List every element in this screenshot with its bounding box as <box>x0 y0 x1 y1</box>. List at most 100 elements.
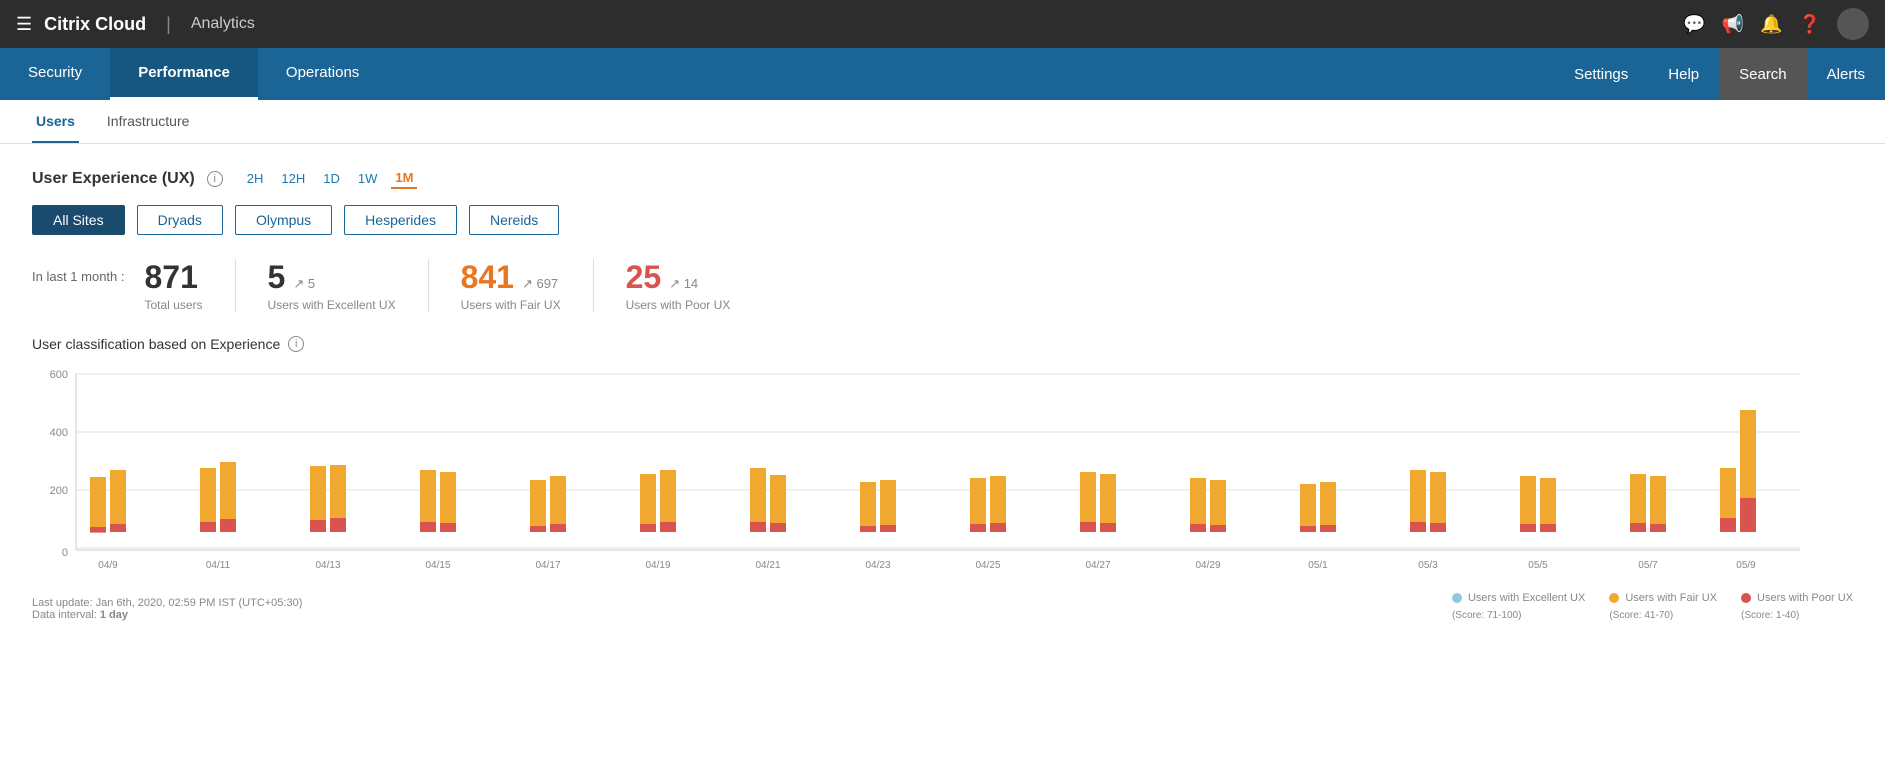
svg-text:400: 400 <box>50 427 68 439</box>
svg-text:04/13: 04/13 <box>315 560 340 571</box>
chart-info-icon[interactable]: i <box>288 336 304 352</box>
bar-group-13 <box>1520 476 1556 532</box>
bar-group-8 <box>970 476 1006 532</box>
excellent-delta: ↗ 5 <box>293 276 315 292</box>
nav-settings[interactable]: Settings <box>1554 48 1648 100</box>
poor-delta: ↗ 14 <box>669 276 698 292</box>
total-users-number: 871 <box>145 259 198 296</box>
nav-alerts[interactable]: Alerts <box>1807 48 1885 100</box>
bar-group-2 <box>310 465 346 532</box>
site-btn-nereids[interactable]: Nereids <box>469 205 559 235</box>
excellent-users-number: 5 <box>268 259 286 296</box>
site-btn-hesperides[interactable]: Hesperides <box>344 205 457 235</box>
site-btn-all-sites[interactable]: All Sites <box>32 205 125 235</box>
chat-icon[interactable]: 💬 <box>1683 14 1705 35</box>
bar-group-15 <box>1720 410 1756 532</box>
in-last-label: In last 1 month : <box>32 259 125 284</box>
ux-title: User Experience (UX) <box>32 170 195 188</box>
svg-text:200: 200 <box>50 485 68 497</box>
bar-group-12 <box>1410 470 1446 532</box>
ux-header: User Experience (UX) i 2H 12H 1D 1W 1M <box>32 168 1853 189</box>
svg-text:600: 600 <box>50 369 68 381</box>
bar-group-5 <box>640 470 676 532</box>
chart-wrapper: 600 400 200 0 <box>40 360 1853 580</box>
svg-text:04/23: 04/23 <box>865 560 890 571</box>
nav-operations[interactable]: Operations <box>258 48 387 100</box>
svg-text:04/27: 04/27 <box>1085 560 1110 571</box>
site-buttons: All Sites Dryads Olympus Hesperides Nere… <box>32 205 1853 235</box>
svg-text:04/29: 04/29 <box>1195 560 1220 571</box>
legend-excellent: Users with Excellent UX (Score: 71-100) <box>1452 592 1585 621</box>
chart-metadata: Last update: Jan 6th, 2020, 02:59 PM IST… <box>32 597 302 621</box>
time-filter-1d[interactable]: 1D <box>319 169 344 188</box>
svg-text:0: 0 <box>62 547 68 559</box>
fair-users-label: Users with Fair UX <box>461 298 561 312</box>
svg-text:04/19: 04/19 <box>645 560 670 571</box>
bar-group-7 <box>860 480 896 532</box>
poor-users-label: Users with Poor UX <box>626 298 731 312</box>
svg-text:04/11: 04/11 <box>206 560 231 571</box>
data-interval: Data interval: 1 day <box>32 609 302 621</box>
nav-security[interactable]: Security <box>0 48 110 100</box>
navbar: Security Performance Operations Settings… <box>0 48 1885 100</box>
svg-text:04/21: 04/21 <box>755 560 780 571</box>
site-btn-olympus[interactable]: Olympus <box>235 205 332 235</box>
excellent-users-label: Users with Excellent UX <box>268 298 396 312</box>
bar-group-9 <box>1080 472 1116 532</box>
nav-right: Settings Help Search Alerts <box>1554 48 1885 100</box>
chart-legend: Users with Excellent UX (Score: 71-100) … <box>1452 592 1853 621</box>
time-filter-1m[interactable]: 1M <box>391 168 417 189</box>
time-filter-12h[interactable]: 12H <box>277 169 309 188</box>
svg-text:05/5: 05/5 <box>1528 560 1548 571</box>
svg-text:04/17: 04/17 <box>535 560 560 571</box>
topbar-divider: | <box>166 14 171 35</box>
stat-excellent-users: 5 ↗ 5 Users with Excellent UX <box>268 259 429 312</box>
bar-group-14 <box>1630 474 1666 532</box>
total-users-label: Total users <box>145 298 203 312</box>
ux-info-icon[interactable]: i <box>207 171 223 187</box>
topbar-right: 💬 📢 🔔 ❓ <box>1683 8 1869 40</box>
topbar-left: ☰ Citrix Cloud | Analytics <box>16 14 255 35</box>
help-icon[interactable]: ❓ <box>1799 14 1821 35</box>
bar-group-1 <box>200 462 236 532</box>
topbar-logo: Citrix Cloud <box>44 14 146 35</box>
subnav-infrastructure[interactable]: Infrastructure <box>103 100 193 143</box>
legend-dot-excellent <box>1452 593 1462 603</box>
chart-footer: Last update: Jan 6th, 2020, 02:59 PM IST… <box>32 592 1853 621</box>
legend-poor: Users with Poor UX (Score: 1-40) <box>1741 592 1853 621</box>
svg-text:05/9: 05/9 <box>1736 560 1756 571</box>
stat-fair-users: 841 ↗ 697 Users with Fair UX <box>461 259 594 312</box>
bar-group-10 <box>1190 478 1226 532</box>
legend-dot-poor <box>1741 593 1751 603</box>
subnav: Users Infrastructure <box>0 100 1885 144</box>
bar-chart: 600 400 200 0 <box>40 360 1820 580</box>
time-filter-2h[interactable]: 2H <box>243 169 268 188</box>
legend-dot-fair <box>1609 593 1619 603</box>
time-filter-1w[interactable]: 1W <box>354 169 382 188</box>
nav-search[interactable]: Search <box>1719 48 1807 100</box>
announcement-icon[interactable]: 📢 <box>1722 14 1744 35</box>
svg-text:04/25: 04/25 <box>975 560 1000 571</box>
stat-poor-users: 25 ↗ 14 Users with Poor UX <box>626 259 763 312</box>
time-filters: 2H 12H 1D 1W 1M <box>243 168 418 189</box>
bar-group-3 <box>420 470 456 532</box>
bar-group-6 <box>750 468 786 532</box>
site-btn-dryads[interactable]: Dryads <box>137 205 223 235</box>
logo-text: Citrix Cloud <box>44 14 146 35</box>
stats-row: In last 1 month : 871 Total users 5 ↗ 5 … <box>32 259 1853 312</box>
bar-group-4 <box>530 476 566 532</box>
nav-performance[interactable]: Performance <box>110 48 258 100</box>
avatar[interactable] <box>1837 8 1869 40</box>
svg-text:05/7: 05/7 <box>1638 560 1658 571</box>
menu-icon[interactable]: ☰ <box>16 14 32 35</box>
bar-group-0 <box>90 470 126 533</box>
fair-delta: ↗ 697 <box>522 276 558 292</box>
nav-help[interactable]: Help <box>1648 48 1719 100</box>
notification-icon[interactable]: 🔔 <box>1760 14 1782 35</box>
poor-users-number: 25 <box>626 259 662 296</box>
svg-text:05/3: 05/3 <box>1418 560 1438 571</box>
main-content: User Experience (UX) i 2H 12H 1D 1W 1M A… <box>0 144 1885 759</box>
fair-users-number: 841 <box>461 259 514 296</box>
subnav-users[interactable]: Users <box>32 100 79 143</box>
chart-section: User classification based on Experience … <box>32 336 1853 621</box>
